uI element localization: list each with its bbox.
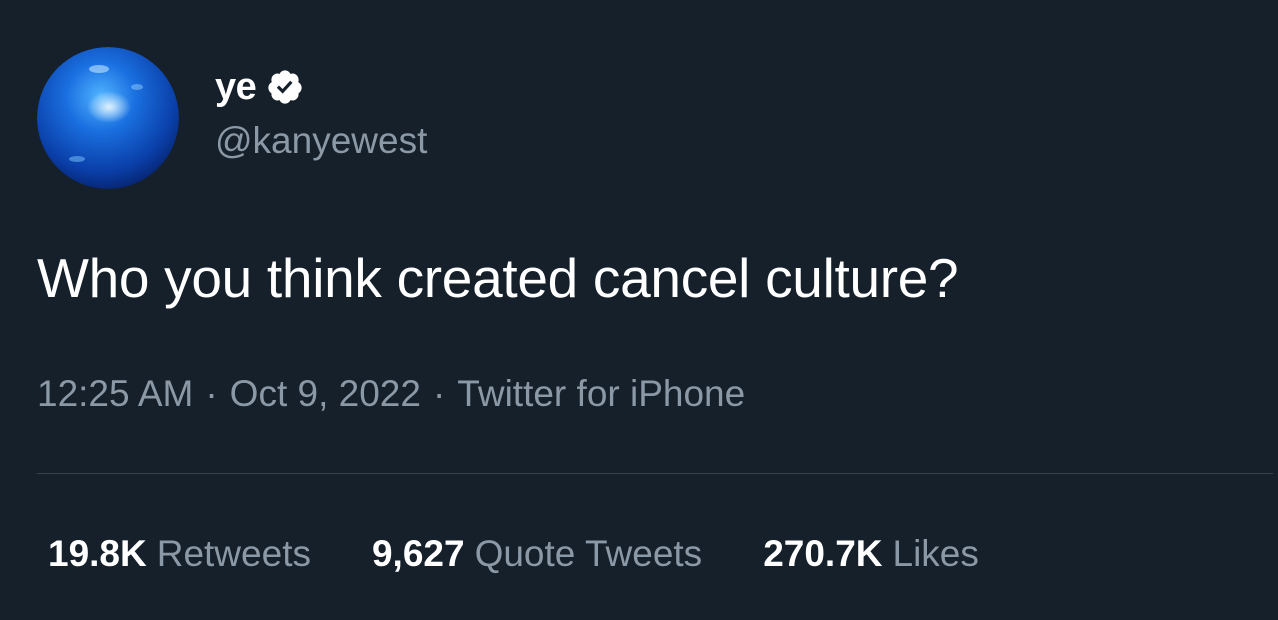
likes-stat[interactable]: 270.7K Likes <box>763 533 979 575</box>
author-block: ye @kanyewest <box>215 62 427 162</box>
blue-sphere-avatar-icon <box>37 47 179 189</box>
tweet-time[interactable]: 12:25 AM <box>37 373 193 414</box>
quote-tweets-stat[interactable]: 9,627 Quote Tweets <box>372 533 702 575</box>
retweets-stat[interactable]: 19.8K Retweets <box>48 533 311 575</box>
tweet-card: ye @kanyewest Who you think created canc… <box>0 0 1278 620</box>
tweet-text: Who you think created cancel culture? <box>37 247 959 309</box>
author-name-row[interactable]: ye <box>215 62 427 112</box>
meta-separator: · <box>432 373 446 414</box>
quote-tweets-count: 9,627 <box>371 533 465 574</box>
tweet-source[interactable]: Twitter for iPhone <box>457 373 745 414</box>
engagement-stats: 19.8K Retweets 9,627 Quote Tweets 270.7K Li… <box>48 533 1040 575</box>
display-name[interactable]: ye <box>215 66 257 109</box>
retweets-label: Retweets <box>156 533 311 574</box>
meta-separator: · <box>205 373 218 414</box>
quote-tweets-label: Quote Tweets <box>474 533 703 574</box>
divider <box>37 473 1273 474</box>
tweet-meta: 12:25 AM · Oct 9, 2022 · Twitter for iPhone <box>37 373 745 415</box>
tweet-date[interactable]: Oct 9, 2022 <box>230 373 421 414</box>
verified-badge-icon <box>266 68 304 106</box>
avatar[interactable] <box>37 47 179 189</box>
likes-label: Likes <box>892 533 979 574</box>
retweets-count: 19.8K <box>48 533 147 574</box>
author-handle[interactable]: @kanyewest <box>215 120 427 162</box>
likes-count: 270.7K <box>763 533 883 574</box>
